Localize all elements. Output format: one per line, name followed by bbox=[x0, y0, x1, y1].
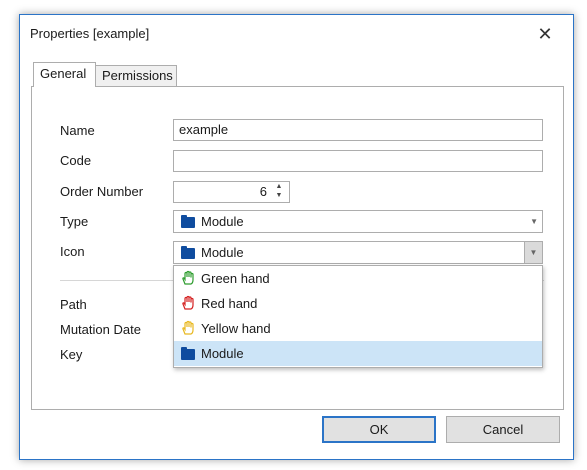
list-item-module[interactable]: Module bbox=[174, 341, 542, 366]
option-label: Module bbox=[201, 346, 244, 361]
path-label: Path bbox=[60, 297, 87, 312]
folder-icon bbox=[181, 347, 195, 360]
option-label: Red hand bbox=[201, 296, 258, 311]
type-label: Type bbox=[60, 214, 89, 229]
chevron-up-icon[interactable]: ▲ bbox=[273, 183, 285, 190]
mutation-date-label: Mutation Date bbox=[60, 322, 141, 337]
option-label: Yellow hand bbox=[201, 321, 271, 336]
type-select[interactable]: Module ▼ bbox=[173, 210, 543, 233]
icon-value: Module bbox=[201, 245, 244, 260]
order-number-stepper[interactable]: 6 ▲ ▼ bbox=[173, 181, 290, 203]
tab-general[interactable]: General bbox=[33, 62, 96, 87]
ok-button[interactable]: OK bbox=[322, 416, 436, 443]
name-label: Name bbox=[60, 123, 95, 138]
type-value: Module bbox=[201, 214, 244, 229]
key-label: Key bbox=[60, 347, 83, 362]
list-item-yellow-hand[interactable]: Yellow hand bbox=[174, 316, 542, 341]
list-item-green-hand[interactable]: Green hand bbox=[174, 266, 542, 291]
dialog-title: Properties [example] bbox=[30, 26, 150, 41]
chevron-down-icon[interactable]: ▼ bbox=[524, 242, 542, 263]
chevron-down-icon[interactable]: ▼ bbox=[530, 211, 538, 232]
folder-icon bbox=[181, 215, 195, 228]
green-hand-icon bbox=[182, 270, 194, 285]
code-label: Code bbox=[60, 153, 92, 168]
red-hand-icon bbox=[182, 295, 194, 310]
order-number-value: 6 bbox=[259, 184, 267, 199]
chevron-down-icon[interactable]: ▼ bbox=[273, 192, 285, 199]
icon-label: Icon bbox=[60, 244, 85, 259]
tab-permissions[interactable]: Permissions bbox=[95, 65, 177, 86]
cancel-button[interactable]: Cancel bbox=[446, 416, 560, 443]
name-field[interactable]: example bbox=[173, 119, 543, 141]
icon-select[interactable]: Module ▼ bbox=[173, 241, 543, 264]
yellow-hand-icon bbox=[182, 320, 194, 335]
icon-dropdown-list: Green hand Red hand Yellow hand Module bbox=[173, 265, 543, 368]
code-field[interactable] bbox=[173, 150, 543, 172]
folder-icon bbox=[181, 246, 195, 259]
list-item-red-hand[interactable]: Red hand bbox=[174, 291, 542, 316]
option-label: Green hand bbox=[201, 271, 270, 286]
order-number-label: Order Number bbox=[60, 184, 144, 199]
properties-dialog: Properties [example] ✕ General Permissio… bbox=[19, 14, 574, 460]
close-icon[interactable]: ✕ bbox=[534, 23, 556, 45]
